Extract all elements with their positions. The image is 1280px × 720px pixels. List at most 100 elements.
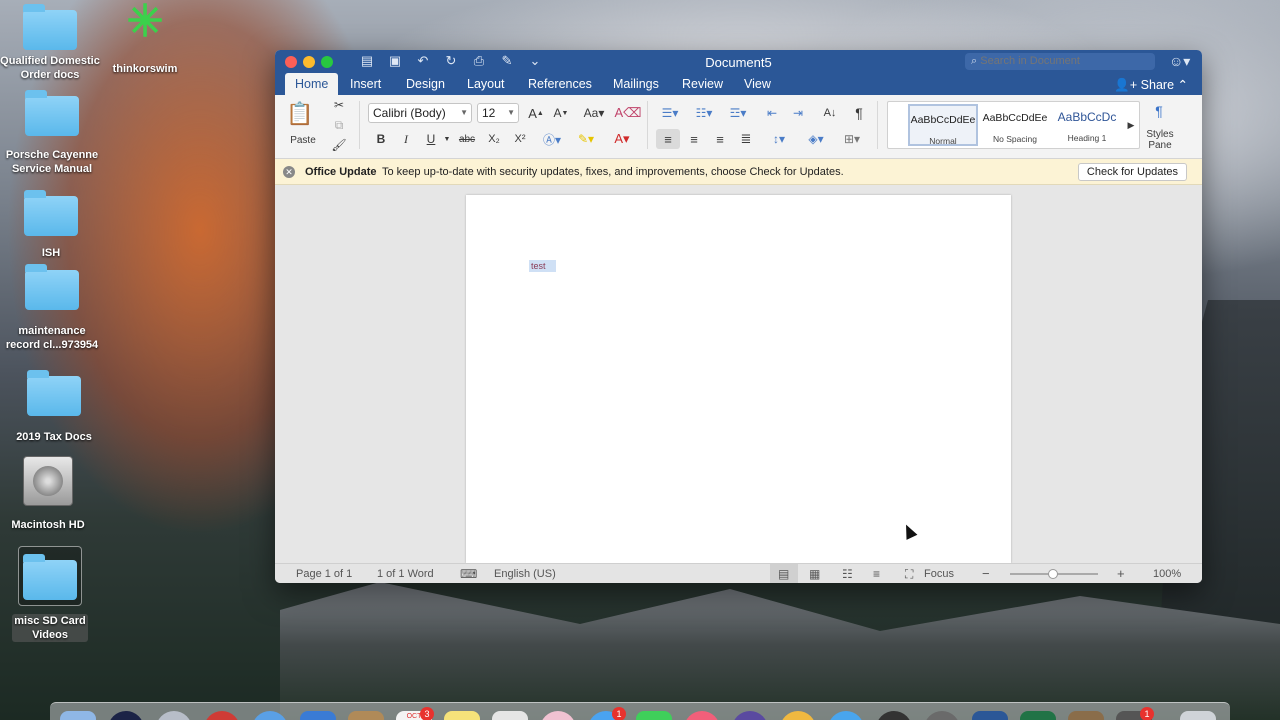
shading-icon[interactable]: ◈▾: [801, 129, 831, 149]
style-normal[interactable]: AaBbCcDdEe Normal: [908, 104, 978, 146]
align-center-icon[interactable]: ≡: [683, 129, 705, 149]
system-preferences-icon[interactable]: [876, 711, 912, 720]
desktop-icon-qualified-domestic[interactable]: Qualified Domestic Order docs: [0, 4, 100, 82]
highlight-color-icon[interactable]: ✎▾: [571, 130, 601, 148]
zoom-out-button[interactable]: −: [982, 564, 990, 583]
document-body-text[interactable]: test: [529, 260, 556, 272]
proofing-icon[interactable]: ⌨: [460, 564, 477, 583]
bullets-icon[interactable]: ☰▾: [655, 103, 685, 123]
multilevel-list-icon[interactable]: ☲▾: [723, 103, 753, 123]
paste-button[interactable]: Paste: [285, 133, 321, 147]
zoom-level[interactable]: 100%: [1153, 564, 1181, 583]
font-name-select[interactable]: Calibri (Body) ▼: [368, 103, 472, 123]
sort-icon[interactable]: A↓: [818, 103, 842, 123]
justify-icon[interactable]: ≣: [735, 129, 757, 149]
desktop-icon-macintosh-hd[interactable]: Macintosh HD: [0, 456, 96, 532]
safari-icon[interactable]: [252, 711, 288, 720]
zoom-slider[interactable]: [1010, 569, 1098, 579]
feedback-smiley-icon[interactable]: ☺▾: [1169, 53, 1190, 70]
launchpad-icon[interactable]: [156, 711, 192, 720]
app-icon[interactable]: [204, 711, 240, 720]
focus-button[interactable]: Focus: [924, 564, 954, 583]
facetime-icon[interactable]: [636, 711, 672, 720]
draft-icon[interactable]: ≡: [873, 564, 880, 583]
align-right-icon[interactable]: ≡: [709, 129, 731, 149]
desktop-icon-misc-sd-card[interactable]: misc SD Card Videos: [2, 554, 98, 642]
shrink-font-icon[interactable]: A ▼: [550, 103, 572, 123]
tab-home[interactable]: Home: [285, 73, 339, 95]
app-store-icon[interactable]: [828, 711, 864, 720]
search-input[interactable]: [980, 55, 1141, 67]
focus-icon[interactable]: ⛶: [905, 564, 913, 583]
app-icon[interactable]: [924, 711, 960, 720]
search-field[interactable]: ⌕: [965, 53, 1155, 70]
excel-icon[interactable]: [1020, 711, 1056, 720]
numbering-icon[interactable]: ☷▾: [689, 103, 719, 123]
chevron-down-icon[interactable]: ▼: [442, 130, 452, 148]
word-count[interactable]: 1 of 1 Word: [377, 564, 434, 583]
word-icon[interactable]: [972, 711, 1008, 720]
siri-icon[interactable]: [108, 711, 144, 720]
podcasts-icon[interactable]: [732, 711, 768, 720]
increase-indent-icon[interactable]: ⇥: [787, 103, 809, 123]
show-formatting-icon[interactable]: ¶: [849, 103, 869, 123]
outline-icon[interactable]: ☷: [842, 564, 853, 583]
desktop-icon-porsche-manual[interactable]: Porsche Cayenne Service Manual: [0, 90, 104, 176]
line-spacing-icon[interactable]: ↕▾: [764, 129, 794, 149]
style-heading-1[interactable]: AaBbCcDc Heading 1: [1052, 104, 1122, 146]
finder-icon[interactable]: [60, 711, 96, 720]
desktop-icon-tax-docs[interactable]: 2019 Tax Docs: [4, 370, 104, 444]
app-icon[interactable]: [780, 711, 816, 720]
subscript-button[interactable]: X₂: [483, 130, 505, 148]
desktop-icon-thinkorswim[interactable]: ✳ thinkorswim: [105, 0, 185, 76]
text-effects-icon[interactable]: Ⓐ▾: [538, 130, 566, 148]
web-layout-icon[interactable]: ▦: [809, 564, 820, 583]
font-color-icon[interactable]: A▾: [607, 130, 637, 148]
font-size-select[interactable]: 12 ▼: [477, 103, 519, 123]
italic-button[interactable]: I: [397, 130, 415, 148]
tab-insert[interactable]: Insert: [340, 73, 391, 95]
copy-icon[interactable]: ⧉: [331, 117, 347, 133]
check-for-updates-button[interactable]: Check for Updates: [1077, 163, 1187, 181]
collapse-ribbon-icon[interactable]: ⌃: [1178, 78, 1188, 92]
tab-layout[interactable]: Layout: [457, 73, 515, 95]
mail-icon[interactable]: [300, 711, 336, 720]
underline-button[interactable]: U: [422, 130, 440, 148]
styles-pane-icon[interactable]: ¶: [1147, 99, 1171, 123]
strikethrough-button[interactable]: abc: [456, 130, 478, 148]
tab-mailings[interactable]: Mailings: [603, 73, 669, 95]
tab-references[interactable]: References: [518, 73, 602, 95]
zoom-in-button[interactable]: +: [1117, 564, 1125, 583]
desktop-icon-maintenance-record[interactable]: maintenance record cl...973954: [0, 264, 104, 352]
clear-formatting-icon[interactable]: A⌫: [614, 103, 641, 123]
change-case-icon[interactable]: Aa▾: [580, 103, 608, 123]
chevron-right-icon[interactable]: ▶: [1126, 117, 1136, 133]
tab-review[interactable]: Review: [672, 73, 733, 95]
contacts-icon[interactable]: [348, 711, 384, 720]
styles-pane-button[interactable]: Styles Pane: [1137, 127, 1183, 153]
grow-font-icon[interactable]: A ▲: [525, 103, 547, 123]
style-no-spacing[interactable]: AaBbCcDdEe No Spacing: [980, 104, 1050, 146]
paste-icon[interactable]: 📋: [286, 99, 313, 129]
document-page[interactable]: test: [466, 195, 1011, 563]
borders-icon[interactable]: ⊞▾: [836, 129, 868, 149]
bold-button[interactable]: B: [372, 130, 390, 148]
itunes-icon[interactable]: [684, 711, 720, 720]
tab-design[interactable]: Design: [396, 73, 455, 95]
page-count[interactable]: Page 1 of 1: [296, 564, 352, 583]
photos-icon[interactable]: [540, 711, 576, 720]
close-icon[interactable]: ✕: [283, 166, 295, 178]
app-icon[interactable]: [1068, 711, 1104, 720]
reminders-icon[interactable]: [492, 711, 528, 720]
share-button[interactable]: 👤+ Share ⌃: [1114, 77, 1188, 93]
print-layout-icon[interactable]: ▤: [778, 564, 789, 583]
align-left-icon[interactable]: ≡: [656, 129, 680, 149]
superscript-button[interactable]: X²: [509, 130, 531, 148]
desktop-icon-ish[interactable]: ISH: [0, 190, 102, 260]
cut-icon[interactable]: ✂: [331, 97, 347, 113]
language[interactable]: English (US): [494, 564, 556, 583]
format-painter-icon[interactable]: 🖌: [331, 137, 347, 153]
trash-icon[interactable]: [1180, 711, 1216, 720]
decrease-indent-icon[interactable]: ⇤: [761, 103, 783, 123]
notes-icon[interactable]: [444, 711, 480, 720]
